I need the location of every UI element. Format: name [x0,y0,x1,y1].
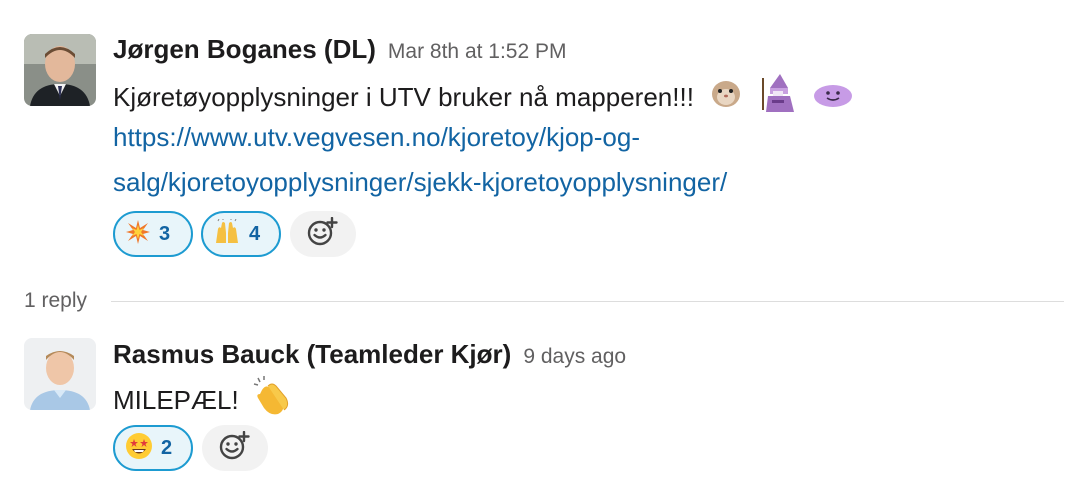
message-author[interactable]: Jørgen Boganes (DL) Mar 8th at 1:52 PM [113,34,567,65]
add-emoji-icon [307,216,339,252]
message-text-content: MILEPÆL! [113,384,239,415]
message-text: MILEPÆL! [113,376,292,428]
add-reaction-button[interactable] [202,425,268,471]
reaction-raised-hands[interactable]: 4 [201,211,281,257]
wizard-icon [760,74,796,124]
clapping-hands-icon [252,376,292,428]
reaction-count: 3 [159,222,171,245]
message-link-line2[interactable]: salg/kjoretoyopplysninger/sjekk-kjoretoy… [113,161,727,203]
thread-reply-divider: 1 reply [24,286,1064,316]
message-text-content: Kjøretøyopplysninger i UTV bruker nå map… [113,81,694,112]
message-timestamp[interactable]: 9 days ago [523,345,626,368]
add-reaction-button[interactable] [290,211,356,257]
reaction-star-struck[interactable]: 2 [113,425,193,471]
collision-icon [125,219,151,250]
add-emoji-icon [219,430,251,466]
avatar-rasmus[interactable] [24,338,96,410]
reply-count[interactable]: 1 reply [24,289,87,313]
author-name[interactable]: Rasmus Bauck (Teamleder Kjør) [113,339,511,369]
purple-blob-icon [812,78,854,120]
message-link-line1[interactable]: https://www.utv.vegvesen.no/kjoretoy/kjo… [113,116,640,158]
author-name[interactable]: Jørgen Boganes (DL) [113,34,376,64]
hamster-icon [709,76,743,122]
message-author[interactable]: Rasmus Bauck (Teamleder Kjør) 9 days ago [113,339,626,370]
message-1: Jørgen Boganes (DL) Mar 8th at 1:52 PM Kj… [0,0,1090,280]
avatar-jorgen[interactable] [24,34,96,106]
star-struck-icon [125,432,153,465]
reaction-count: 4 [249,222,261,245]
reaction-collision[interactable]: 3 [113,211,193,257]
divider-line [111,300,1064,302]
reaction-count: 2 [161,436,173,459]
message-timestamp[interactable]: Mar 8th at 1:52 PM [388,40,567,63]
raised-hands-icon [213,218,241,250]
